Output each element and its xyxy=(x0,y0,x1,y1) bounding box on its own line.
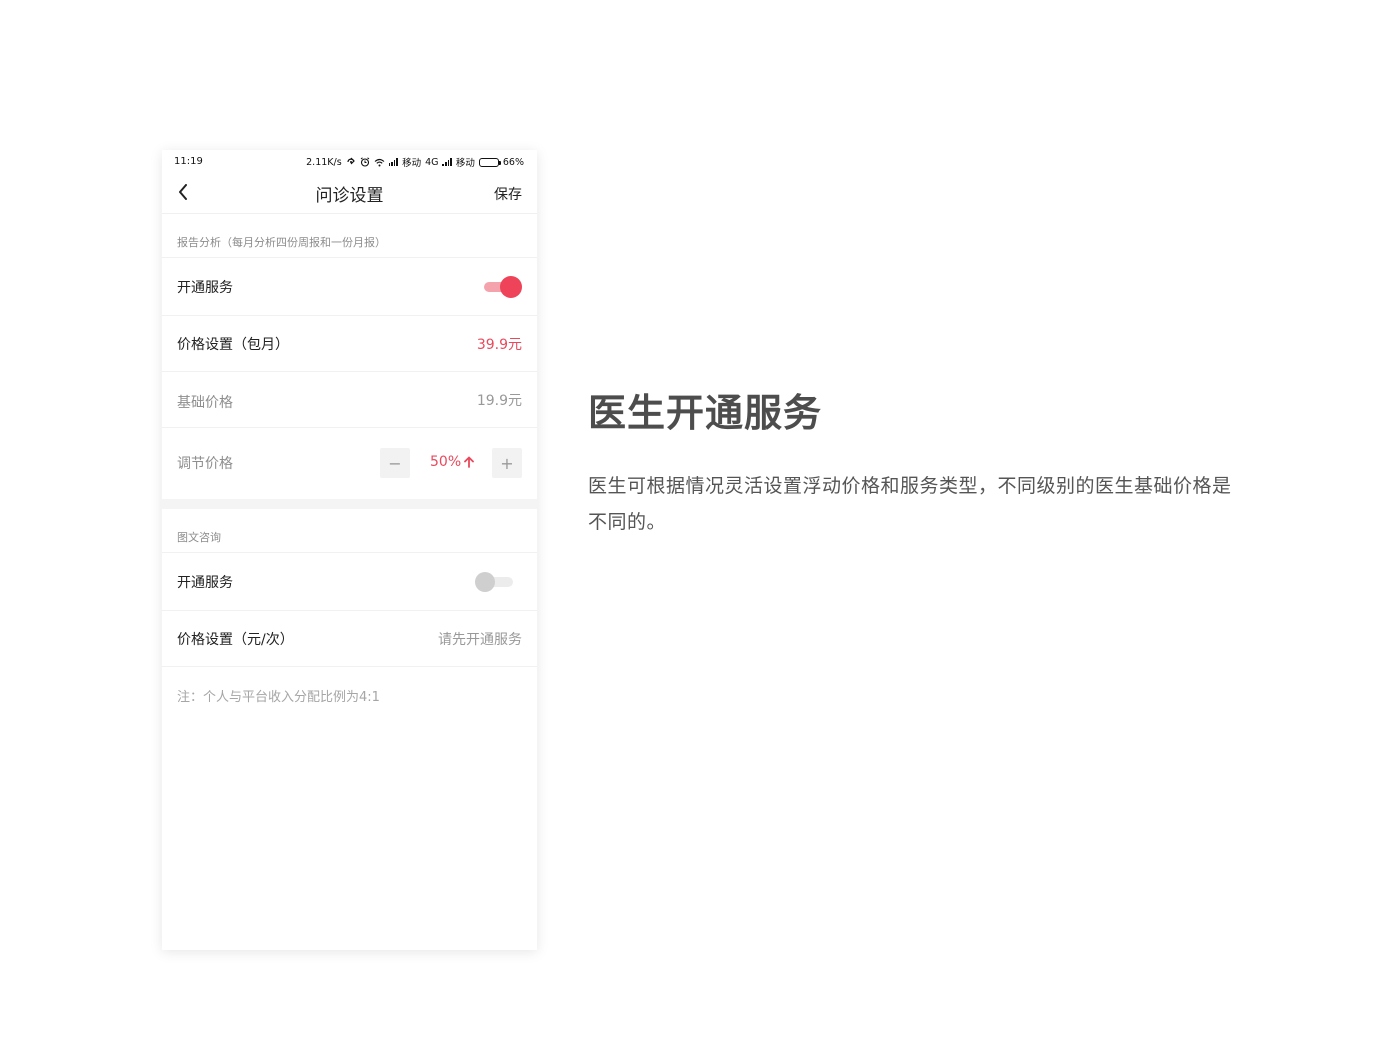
net-speed: 2.11K/s xyxy=(306,156,342,168)
base-price-row: 基础价格 19.9元 xyxy=(162,372,537,428)
battery-percent: 66% xyxy=(502,156,524,168)
arrow-up-icon xyxy=(464,456,475,468)
consult-price-value: 请先开通服务 xyxy=(438,632,522,648)
adjust-percent: 50% xyxy=(430,454,462,470)
consult-price-label: 价格设置（元/次） xyxy=(177,632,294,648)
adjust-price-label: 调节价格 xyxy=(177,456,233,472)
adjust-value: 50% xyxy=(430,454,475,470)
hero-description: 医生可根据情况灵活设置浮动价格和服务类型，不同级别的医生基础价格是不同的。 xyxy=(588,475,1232,533)
network-type: 4G xyxy=(425,156,439,168)
report-price-value: 39.9元 xyxy=(476,337,522,353)
consult-enable-label: 开通服务 xyxy=(177,575,233,591)
report-enable-label: 开通服务 xyxy=(177,280,233,296)
report-service-toggle[interactable] xyxy=(484,276,522,298)
carrier-1: 移动 xyxy=(402,158,422,169)
page-title: 问诊设置 xyxy=(315,186,384,206)
decrease-button[interactable]: − xyxy=(380,448,410,478)
hero-title: 医生开通服务 xyxy=(588,391,823,435)
status-indicators: 2.11K/s 移动 4G 移动 66% xyxy=(306,155,524,170)
toggle-knob xyxy=(500,276,522,298)
consult-price-row[interactable]: 价格设置（元/次） 请先开通服务 xyxy=(162,611,537,667)
revenue-note: 注：个人与平台收入分配比例为4:1 xyxy=(177,690,380,705)
report-section-label: 报告分析（每月分析四份周报和一份月报） xyxy=(177,236,386,249)
signal-icon-2 xyxy=(442,158,452,166)
signal-icon xyxy=(388,158,399,166)
base-price-value: 19.9元 xyxy=(476,393,522,409)
report-price-row[interactable]: 价格设置（包月） 39.9元 xyxy=(162,316,537,372)
nav-bar: 问诊设置 保存 xyxy=(162,172,537,214)
sync-icon xyxy=(347,157,355,165)
save-button[interactable]: 保存 xyxy=(494,184,522,204)
increase-button[interactable]: + xyxy=(492,448,522,478)
report-price-label: 价格设置（包月） xyxy=(177,337,289,353)
consult-enable-row: 开通服务 xyxy=(162,552,537,611)
base-price-label: 基础价格 xyxy=(177,395,233,411)
phone-screen: 11:19 2.11K/s 移动 4G 移动 66% 问诊设置 保存 报告分析（… xyxy=(162,150,537,950)
consult-service-toggle[interactable] xyxy=(475,571,513,593)
status-bar: 11:19 2.11K/s 移动 4G 移动 66% xyxy=(162,150,537,172)
carrier-2: 移动 xyxy=(455,158,475,169)
wifi-icon xyxy=(374,158,385,166)
alarm-icon xyxy=(360,157,369,167)
battery-icon xyxy=(478,157,501,167)
consult-section-label: 图文咨询 xyxy=(177,531,221,544)
adjust-price-row: 调节价格 − 50% + xyxy=(162,428,537,499)
report-enable-row: 开通服务 xyxy=(162,257,537,316)
toggle-knob xyxy=(475,572,495,592)
section-divider xyxy=(162,499,537,509)
status-time: 11:19 xyxy=(174,156,203,167)
